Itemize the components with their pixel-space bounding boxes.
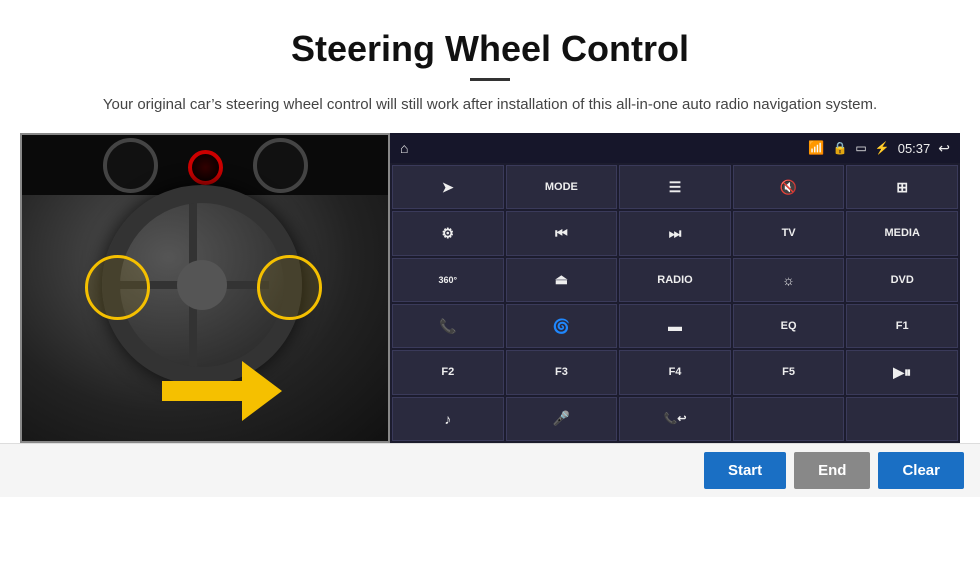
btn-brightness[interactable]: ☼ — [733, 258, 845, 302]
btn-f1[interactable]: F1 — [846, 304, 958, 348]
brightness-icon: ☼ — [782, 272, 795, 288]
volume-mute-icon: 🔇 — [780, 179, 797, 196]
navigate-icon: ➤ — [442, 179, 454, 196]
right-button-circle — [257, 255, 322, 320]
btn-rect[interactable]: ▬ — [619, 304, 731, 348]
music-icon: ♪ — [444, 411, 451, 427]
btn-call-end[interactable]: 📞↩ — [619, 397, 731, 441]
phone-icon: 📞 — [439, 318, 456, 335]
button-grid: ➤ MODE ☰ 🔇 ⊞ ⚙ ⏮ ⏭ — [390, 163, 960, 443]
btn-eq[interactable]: EQ — [733, 304, 845, 348]
btn-dvd[interactable]: DVD — [846, 258, 958, 302]
start-button[interactable]: Start — [704, 452, 786, 489]
sd-icon: ▭ — [855, 141, 866, 155]
btn-f5[interactable]: F5 — [733, 350, 845, 394]
bottom-bar: Start End Clear — [0, 443, 980, 497]
rectangle-icon: ▬ — [668, 318, 682, 334]
title-divider — [470, 78, 510, 81]
radio-panel: ⌂ 📶 🔒 ▭ ⚡ 05:37 ↩ ➤ MODE ☰ — [390, 133, 960, 443]
btn-f4[interactable]: F4 — [619, 350, 731, 394]
btn-mic[interactable]: 🎤 — [506, 397, 618, 441]
btn-empty-1 — [733, 397, 845, 441]
left-button-circle — [85, 255, 150, 320]
subtitle: Your original car’s steering wheel contr… — [0, 93, 980, 117]
list-icon: ☰ — [669, 179, 682, 196]
360-icon: 360° — [438, 275, 457, 285]
play-pause-icon: ▶⏸ — [893, 364, 911, 381]
wifi-icon: 📶 — [808, 140, 824, 156]
btn-volume-mute[interactable]: 🔇 — [733, 165, 845, 209]
status-bar: ⌂ 📶 🔒 ▭ ⚡ 05:37 ↩ — [390, 133, 960, 163]
call-end-icon: 📞↩ — [664, 412, 687, 425]
clear-button[interactable]: Clear — [878, 452, 964, 489]
next-icon: ⏭ — [669, 225, 682, 242]
back-icon[interactable]: ↩ — [938, 140, 950, 157]
btn-list[interactable]: ☰ — [619, 165, 731, 209]
lock-icon: 🔒 — [832, 141, 847, 155]
btn-f2[interactable]: F2 — [392, 350, 504, 394]
end-button[interactable]: End — [794, 452, 870, 489]
home-icon[interactable]: ⌂ — [400, 140, 408, 156]
btn-settings[interactable]: ⚙ — [392, 211, 504, 255]
main-content: ⌂ 📶 🔒 ▭ ⚡ 05:37 ↩ ➤ MODE ☰ — [0, 133, 980, 443]
btn-f3[interactable]: F3 — [506, 350, 618, 394]
btn-play-pause[interactable]: ▶⏸ — [846, 350, 958, 394]
btn-prev[interactable]: ⏮ — [506, 211, 618, 255]
btn-mode[interactable]: MODE — [506, 165, 618, 209]
btn-phone[interactable]: 📞 — [392, 304, 504, 348]
page-title: Steering Wheel Control — [0, 28, 980, 70]
btn-next[interactable]: ⏭ — [619, 211, 731, 255]
btn-360[interactable]: 360° — [392, 258, 504, 302]
btn-navigate[interactable]: ➤ — [392, 165, 504, 209]
btn-ie[interactable]: 🌀 — [506, 304, 618, 348]
btn-radio[interactable]: RADIO — [619, 258, 731, 302]
prev-icon: ⏮ — [555, 225, 568, 242]
btn-empty-2 — [846, 397, 958, 441]
steering-wheel-image — [20, 133, 390, 443]
ie-icon: 🌀 — [553, 318, 570, 335]
yellow-arrow — [162, 361, 282, 421]
eject-icon: ⏏ — [555, 271, 568, 288]
mic-icon: 🎤 — [553, 410, 570, 427]
time-display: 05:37 — [898, 141, 931, 156]
settings-icon: ⚙ — [442, 225, 455, 242]
bluetooth-icon: ⚡ — [875, 141, 890, 155]
btn-media[interactable]: MEDIA — [846, 211, 958, 255]
grid-icon: ⊞ — [896, 179, 908, 196]
btn-grid-app[interactable]: ⊞ — [846, 165, 958, 209]
btn-tv[interactable]: TV — [733, 211, 845, 255]
btn-eject[interactable]: ⏏ — [506, 258, 618, 302]
btn-music[interactable]: ♪ — [392, 397, 504, 441]
